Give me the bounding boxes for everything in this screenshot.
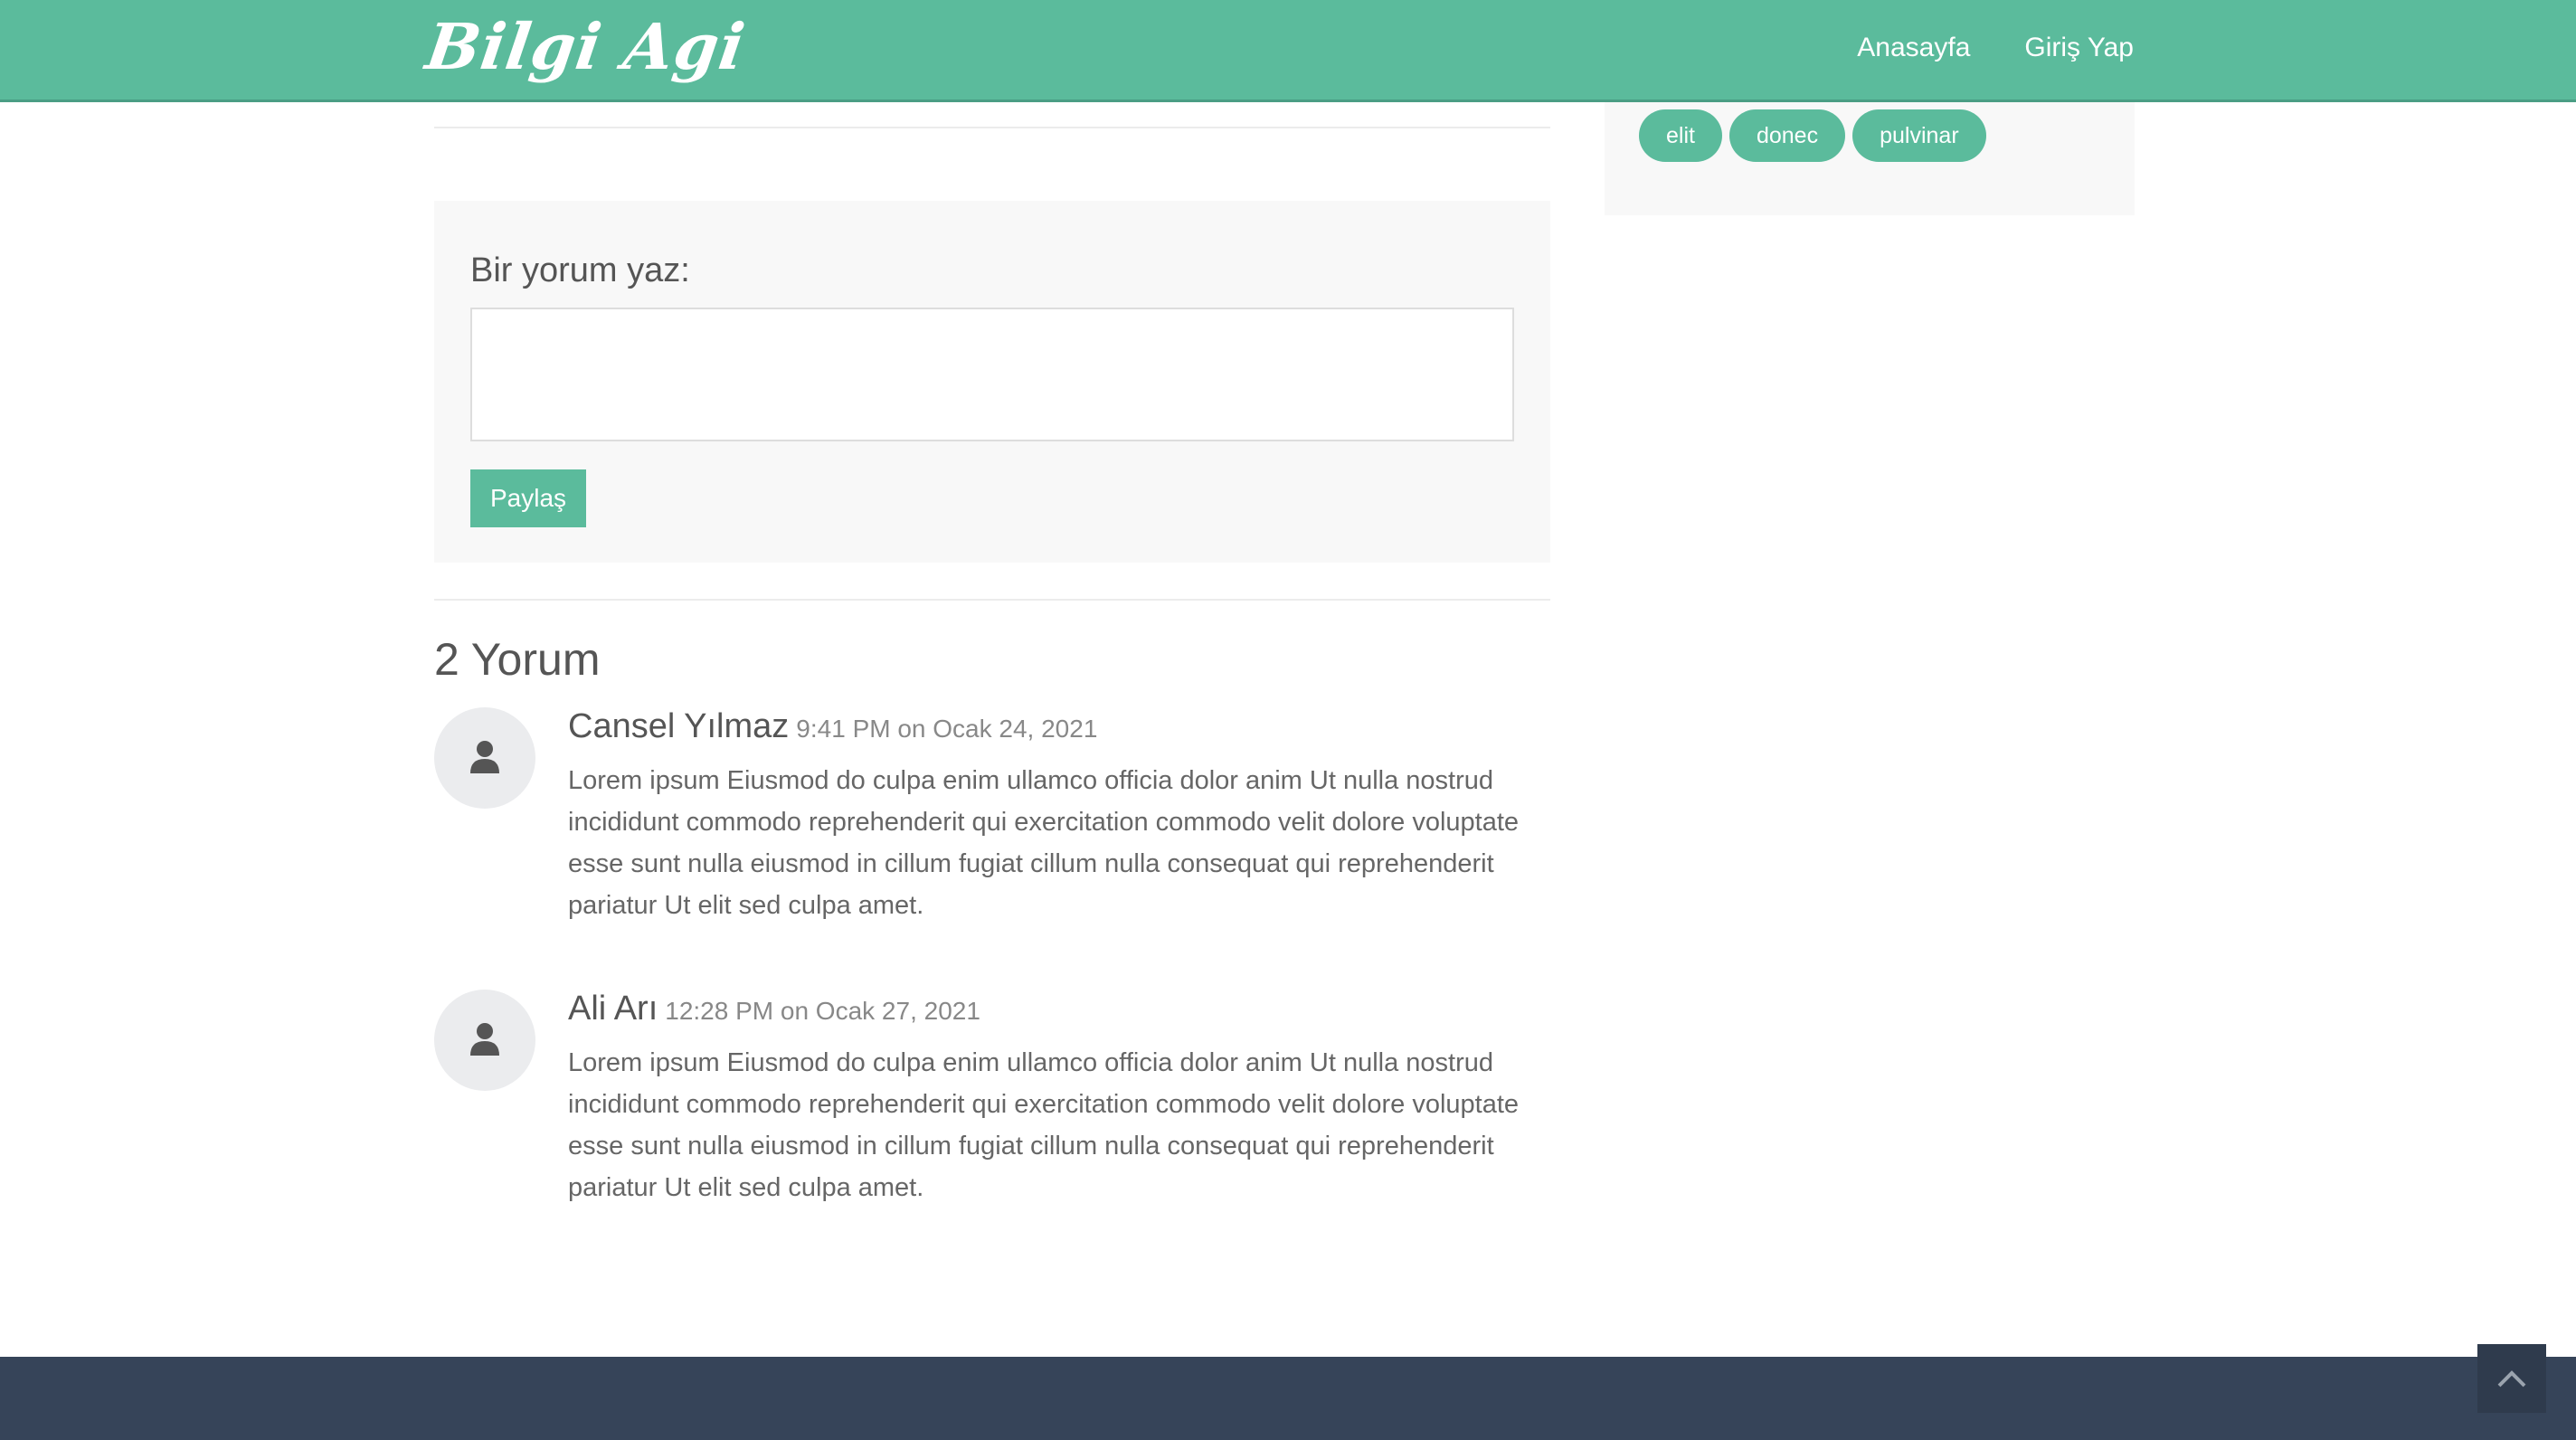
divider xyxy=(434,599,1550,601)
comment-text: Lorem ipsum Eiusmod do culpa enim ullamc… xyxy=(568,1048,1520,1202)
footer xyxy=(0,1357,2576,1440)
chevron-up-icon xyxy=(2497,1370,2526,1388)
divider xyxy=(434,127,1550,128)
nav-login-link[interactable]: Giriş Yap xyxy=(2024,33,2134,63)
tag-pulvinar[interactable]: pulvinar xyxy=(1852,109,1986,162)
avatar xyxy=(434,707,535,809)
tag-elit[interactable]: elit xyxy=(1639,109,1722,162)
share-button[interactable]: Paylaş xyxy=(470,469,586,527)
comment-author: Cansel Yılmaz xyxy=(568,707,790,745)
comment-date: 9:41 PM on Ocak 24, 2021 xyxy=(796,715,1098,743)
avatar xyxy=(434,990,535,1091)
comment-form: Bir yorum yaz: Paylaş xyxy=(434,201,1550,563)
scroll-top-button[interactable] xyxy=(2477,1344,2546,1413)
user-icon xyxy=(470,741,499,773)
main-nav: Anasayfa Giriş Yap xyxy=(1857,33,2134,63)
comment-item: Cansel Yılmaz 9:41 PM on Ocak 24, 2021 Lo… xyxy=(434,707,1550,943)
user-icon xyxy=(470,1023,499,1056)
tag-donec[interactable]: donec xyxy=(1728,109,1846,162)
site-logo[interactable]: Bilgi Agi xyxy=(421,9,750,84)
comment-form-label: Bir yorum yaz: xyxy=(470,251,690,289)
comment-text: Lorem ipsum Eiusmod do culpa enim ullamc… xyxy=(568,766,1520,920)
sidebar-tags-panel: elit donec pulvinar xyxy=(1605,102,2135,215)
comment-date: 12:28 PM on Ocak 27, 2021 xyxy=(665,997,980,1025)
comment-textarea[interactable] xyxy=(470,308,1514,441)
top-navbar: Bilgi Agi Anasayfa Giriş Yap xyxy=(0,0,2576,102)
comment-count: 2 Yorum xyxy=(434,634,601,685)
comment-author: Ali Arı xyxy=(568,990,658,1028)
tag-list: elit donec pulvinar xyxy=(1639,109,1986,162)
comment-item: Ali Arı 12:28 PM on Ocak 27, 2021 Lorem i… xyxy=(434,990,1550,1225)
nav-home-link[interactable]: Anasayfa xyxy=(1857,33,1970,63)
